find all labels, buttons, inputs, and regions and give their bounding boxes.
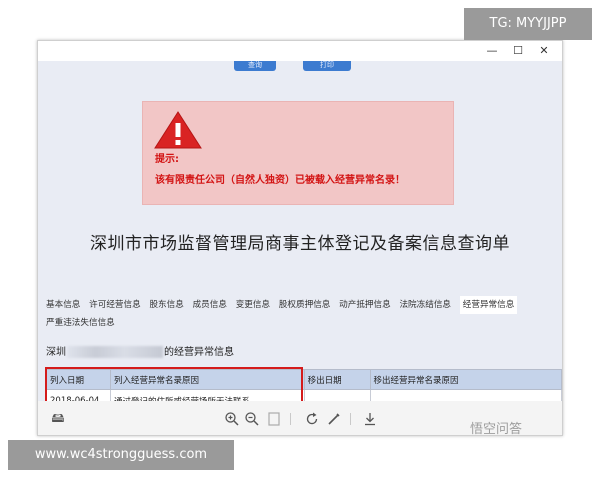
toolbar-divider <box>290 413 291 425</box>
minimize-icon[interactable]: — <box>484 43 500 59</box>
section-title-prefix: 深圳 <box>46 347 66 358</box>
info-tabs: 基本信息 许可经营信息 股东信息 成员信息 变更信息 股权质押信息 动产抵押信息… <box>46 296 558 332</box>
download-icon[interactable] <box>362 411 378 427</box>
file-icon[interactable]: 🖴 <box>50 411 66 427</box>
warning-message: 该有限责任公司（自然人独资）已被载入经营异常名录！ <box>155 175 405 186</box>
query-button[interactable]: 查询 <box>234 61 276 71</box>
tab-change-info[interactable]: 变更信息 <box>236 296 270 314</box>
tab-chattel-mortgage[interactable]: 动产抵押信息 <box>339 296 391 314</box>
tab-basic-info[interactable]: 基本信息 <box>46 296 80 314</box>
rotate-icon[interactable] <box>304 411 320 427</box>
page-title: 深圳市市场监督管理局商事主体登记及备案信息查询单 <box>90 234 510 254</box>
tab-serious-violation[interactable]: 严重违法失信信息 <box>46 314 115 332</box>
screenshot-page: — ☐ ✕ 查询 打印 提示: 该有限责任公司（自然人独资）已被载入经营异常名录… <box>0 0 600 480</box>
warning-box: 提示: 该有限责任公司（自然人独资）已被载入经营异常名录！ <box>142 101 454 205</box>
maximize-icon[interactable]: ☐ <box>510 43 526 59</box>
document-content: 查询 打印 提示: 该有限责任公司（自然人独资）已被载入经营异常名录！ 深圳市市… <box>38 61 562 401</box>
site-badge: www.wc4strongguess.com <box>8 440 234 470</box>
zoom-out-icon[interactable] <box>244 411 260 427</box>
tab-member-info[interactable]: 成员信息 <box>193 296 227 314</box>
table-cell <box>369 389 562 401</box>
warning-icon <box>154 111 202 149</box>
tab-equity-pledge[interactable]: 股权质押信息 <box>279 296 331 314</box>
tab-license-info[interactable]: 许可经营信息 <box>89 296 141 314</box>
section-title-suffix: 的经营异常信息 <box>164 347 234 358</box>
red-highlight-box <box>45 367 303 401</box>
column-header: 移出经营异常名录原因 <box>369 369 562 390</box>
tab-court-freeze[interactable]: 法院冻结信息 <box>399 296 451 314</box>
pen-icon[interactable] <box>326 411 342 427</box>
title-bar: — ☐ ✕ <box>38 41 562 61</box>
warning-label: 提示: <box>155 154 179 165</box>
tab-shareholder-info[interactable]: 股东信息 <box>149 296 183 314</box>
close-icon[interactable]: ✕ <box>536 43 552 59</box>
column-header: 移出日期 <box>303 369 371 390</box>
redacted-company-name <box>67 346 163 358</box>
section-title: 深圳 的经营异常信息 <box>46 343 234 358</box>
fit-page-icon[interactable] <box>266 411 282 427</box>
toolbar-divider <box>350 413 351 425</box>
tg-badge: TG: MYYJJPP <box>464 8 592 40</box>
wukong-watermark: 悟空问答 <box>470 422 523 437</box>
zoom-in-icon[interactable] <box>224 411 240 427</box>
print-button[interactable]: 打印 <box>303 61 351 71</box>
pdf-viewer-window: — ☐ ✕ 查询 打印 提示: 该有限责任公司（自然人独资）已被载入经营异常名录… <box>37 40 563 436</box>
tab-abnormal-operation[interactable]: 经营异常信息 <box>459 296 518 314</box>
table-cell <box>303 389 371 401</box>
